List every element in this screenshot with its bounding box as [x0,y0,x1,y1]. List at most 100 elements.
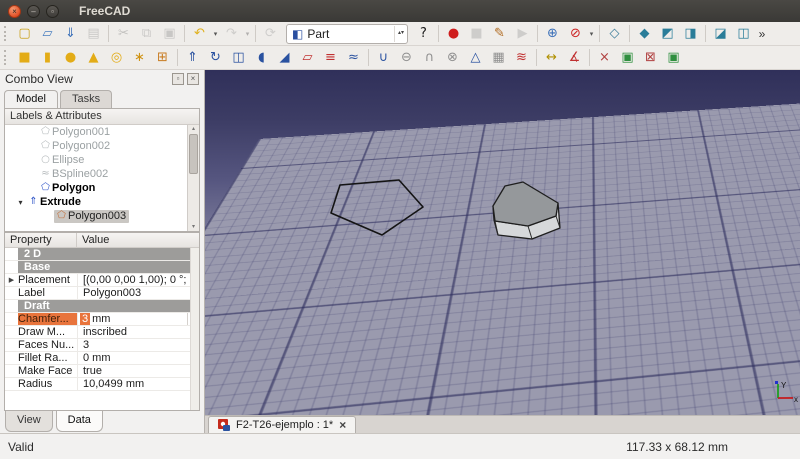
placement-expander-icon[interactable]: ▶ [5,274,18,286]
window-close-button[interactable]: × [8,5,21,18]
part-boolean-common-button[interactable]: ∩ [418,47,441,68]
extrude-solid-top[interactable] [493,182,558,226]
measure-toggle-all-button[interactable]: ▣ [662,47,685,68]
document-tab-close-icon[interactable]: × [339,419,346,431]
view-front-button[interactable]: ◆ [633,23,656,44]
toolbar-handle[interactable] [4,50,9,65]
cut-button[interactable]: ✂ [112,23,135,44]
property-value[interactable]: inscribed [77,326,199,338]
undo-history-dropdown[interactable]: ▾ [211,30,220,38]
part-extrude-button[interactable]: ⇑ [181,47,204,68]
copy-button[interactable]: ⧉ [135,23,158,44]
property-value[interactable]: true [77,365,199,377]
tab-data-properties[interactable]: Data [56,411,103,432]
part-fillet-button[interactable]: ◖ [250,47,273,68]
polygon-sketch[interactable] [331,180,423,235]
whats-this-button[interactable]: ? [412,23,435,44]
part-defeaturing-button[interactable]: ▦ [487,47,510,68]
macro-record-button[interactable]: ● [442,23,465,44]
macro-stop-button[interactable]: ■ [465,23,488,44]
redo-history-dropdown[interactable]: ▾ [243,30,252,38]
undo-button[interactable]: ↶ [188,23,211,44]
tree-item-extrude[interactable]: ▾⇑Extrude [5,195,199,209]
tree-expander-icon[interactable]: ▾ [15,198,26,207]
tree-item-polygon003[interactable]: ⬠Polygon003 [5,209,199,223]
toolbar-overflow-button[interactable]: » [755,27,769,41]
property-row-fillet-radius[interactable]: Fillet Ra...0 mm [5,352,199,365]
open-document-button[interactable]: ▱ [36,23,59,44]
new-document-button[interactable]: ▢ [13,23,36,44]
property-row-faces-number[interactable]: Faces Nu...3 [5,339,199,352]
panel-float-icon[interactable]: ▫ [172,73,184,85]
property-row-make-face[interactable]: Make Facetrue [5,365,199,378]
part-cone-button[interactable]: ▲ [82,47,105,68]
property-value[interactable]: [(0,00 0,00 1,00); 0 °; (0 m... [77,274,199,286]
part-boolean-cut-button[interactable]: ⊖ [395,47,418,68]
scroll-up-icon[interactable]: ▴ [188,125,199,133]
fit-all-button[interactable]: ⊕ [541,23,564,44]
view-isometric-button[interactable]: ◇ [603,23,626,44]
part-boolean-union-button[interactable]: ∪ [372,47,395,68]
part-cylinder-button[interactable]: ▮ [36,47,59,68]
property-row-draw-mode[interactable]: Draw M...inscribed [5,326,199,339]
property-value-editor[interactable]: 3 mm▴▾ [77,313,199,325]
property-row-placement[interactable]: ▶Placement[(0,00 0,00 1,00); 0 °; (0 m..… [5,274,199,287]
macro-edit-button[interactable]: ✎ [488,23,511,44]
window-minimize-button[interactable]: – [27,5,40,18]
measure-toggle-delta-button[interactable]: ⊠ [639,47,662,68]
draw-style-dropdown[interactable]: ▾ [587,30,596,38]
measure-clear-button[interactable]: × [593,47,616,68]
part-ruled-surface-button[interactable]: ▱ [296,47,319,68]
view-right-button[interactable]: ◨ [679,23,702,44]
measure-angular-button[interactable]: ∡ [563,47,586,68]
tab-tasks[interactable]: Tasks [60,90,112,108]
part-check-geometry-button[interactable]: △ [464,47,487,68]
tab-view-properties[interactable]: View [5,411,53,432]
part-mirror-button[interactable]: ◫ [227,47,250,68]
measure-toggle-3d-button[interactable]: ▣ [616,47,639,68]
view-rear-button[interactable]: ◪ [709,23,732,44]
workbench-selector-arrows[interactable]: ▴▾ [394,26,404,42]
redo-button[interactable]: ↷ [220,23,243,44]
panel-close-icon[interactable]: × [187,73,199,85]
view-top-button[interactable]: ◩ [656,23,679,44]
scroll-down-icon[interactable]: ▾ [188,223,199,231]
draw-style-button[interactable]: ⊘ [564,23,587,44]
property-row-radius[interactable]: Radius10,0499 mm [5,378,199,391]
property-value[interactable]: Polygon003 [77,287,199,299]
part-chamfer-button[interactable]: ◢ [273,47,296,68]
part-revolve-button[interactable]: ↻ [204,47,227,68]
property-group-base[interactable]: Base [5,261,199,274]
tree-item-polygon001[interactable]: ⬠Polygon001 [5,125,199,139]
tab-model[interactable]: Model [4,90,58,108]
tree-scrollbar[interactable]: ▴ ▾ [187,125,199,231]
paste-button[interactable]: ▣ [158,23,181,44]
property-row-chamfer-size[interactable]: Chamfer...3 mm▴▾ [5,313,199,326]
property-value[interactable]: 10,0499 mm [77,378,199,390]
3d-viewport[interactable]: Yx [205,70,800,415]
part-cross-sections-button[interactable]: ≋ [510,47,533,68]
property-group-2d[interactable]: 2 D [5,248,199,261]
toolbar-handle[interactable] [4,26,9,41]
tree-item-ellipse[interactable]: ○Ellipse [5,153,199,167]
part-loft-button[interactable]: ≡ [319,47,342,68]
tree-item-polygon002[interactable]: ⬠Polygon002 [5,139,199,153]
tree-scrollbar-thumb[interactable] [189,134,198,174]
part-create-primitives-button[interactable]: ∗ [128,47,151,68]
view-bottom-button[interactable]: ◫ [732,23,755,44]
workbench-selector[interactable]: ◧Part▴▾ [286,24,408,44]
property-row-label[interactable]: LabelPolygon003 [5,287,199,300]
save-document-button[interactable]: ⇓ [59,23,82,44]
part-torus-button[interactable]: ◎ [105,47,128,68]
property-value[interactable]: 0 mm [77,352,199,364]
part-box-button[interactable]: ■ [13,47,36,68]
macro-play-button[interactable]: ▶ [511,23,534,44]
part-sphere-button[interactable]: ● [59,47,82,68]
property-scrollbar[interactable] [190,248,199,410]
measure-linear-button[interactable]: ↔ [540,47,563,68]
tree-item-bspline002[interactable]: ≈BSpline002 [5,167,199,181]
part-boolean-section-button[interactable]: ⊗ [441,47,464,68]
property-value[interactable]: 3 [77,339,199,351]
document-tab[interactable]: F2-T26-ejemplo : 1* × [208,416,356,433]
part-shape-builder-button[interactable]: ⊞ [151,47,174,68]
